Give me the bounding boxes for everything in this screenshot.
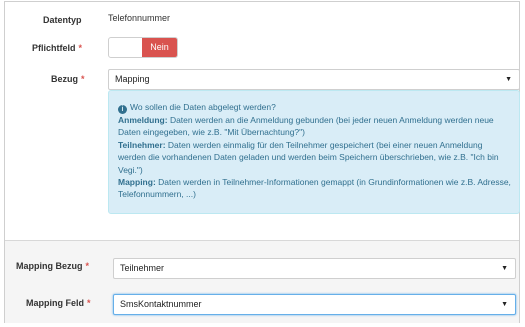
info-mapping: Mapping: Daten werden in Teilnehmer-Info…: [118, 176, 511, 201]
chevron-down-icon: ▼: [501, 301, 508, 308]
mapping-feld-label-text: Mapping Feld: [26, 298, 84, 308]
chevron-down-icon: ▼: [501, 265, 508, 272]
mapping-feld-label: Mapping Feld *: [26, 298, 91, 308]
info-question-text: Wo sollen die Daten abgelegt werden?: [130, 102, 276, 112]
bezug-label-text: Bezug: [51, 74, 78, 84]
info-anmeldung-text: Daten werden an die Anmeldung gebunden (…: [118, 115, 494, 138]
info-circle-icon: i: [118, 105, 127, 114]
chevron-down-icon: ▼: [505, 76, 512, 83]
required-marker: *: [78, 43, 83, 53]
info-teilnehmer-term: Teilnehmer:: [118, 139, 166, 150]
pflichtfeld-label-text: Pflichtfeld: [32, 43, 76, 53]
info-mapping-text: Daten werden in Teilnehmer-Informationen…: [118, 177, 511, 200]
toggle-nein-label[interactable]: Nein: [142, 38, 177, 57]
mapping-bezug-select-value: Teilnehmer: [120, 263, 165, 273]
bezug-select[interactable]: Mapping ▼: [108, 69, 520, 90]
mapping-section: Mapping Bezug * Teilnehmer ▼ Mapping Feld…: [5, 240, 519, 323]
info-mapping-term: Mapping:: [118, 177, 156, 188]
required-marker: *: [87, 298, 91, 308]
info-teilnehmer-text: Daten werden einmalig für den Teilnehmer…: [118, 139, 499, 175]
pflichtfeld-label: Pflichtfeld *: [32, 43, 82, 53]
required-marker: *: [81, 74, 85, 84]
required-marker: *: [85, 261, 90, 271]
mapping-bezug-select[interactable]: Teilnehmer ▼: [113, 258, 516, 279]
datentyp-value: Telefonnummer: [108, 13, 171, 23]
mapping-bezug-label: Mapping Bezug *: [16, 261, 89, 271]
info-teilnehmer: Teilnehmer: Daten werden einmalig für de…: [118, 139, 511, 176]
mapping-feld-select[interactable]: SmsKontaktnummer ▼: [113, 294, 516, 315]
info-question: i Wo sollen die Daten abgelegt werden?: [118, 101, 511, 114]
pflichtfeld-toggle[interactable]: Nein: [108, 37, 178, 58]
bezug-info-box: i Wo sollen die Daten abgelegt werden? An…: [108, 90, 520, 214]
datentyp-label: Datentyp: [43, 15, 82, 25]
bezug-select-value: Mapping: [115, 74, 150, 84]
info-anmeldung: Anmeldung: Daten werden an die Anmeldung…: [118, 114, 511, 139]
mapping-feld-select-value: SmsKontaktnummer: [120, 299, 202, 309]
bezug-label: Bezug *: [51, 74, 85, 84]
mapping-bezug-label-text: Mapping Bezug: [16, 261, 83, 271]
info-anmeldung-term: Anmeldung:: [118, 115, 168, 125]
form-panel: Datentyp Telefonnummer Pflichtfeld * Nein…: [4, 1, 520, 323]
